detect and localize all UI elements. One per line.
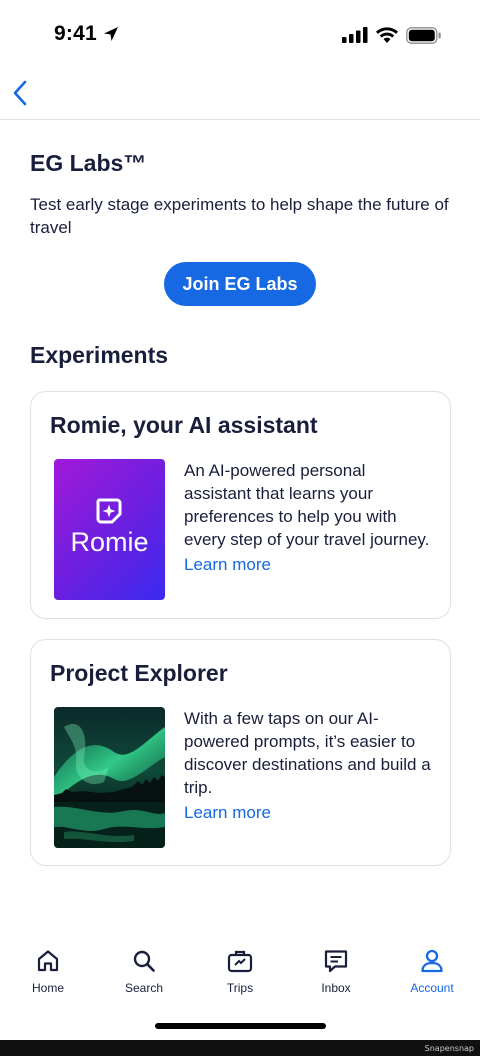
learn-more-link[interactable]: Learn more: [184, 801, 436, 824]
tab-label: Search: [124, 981, 164, 995]
location-arrow-icon: [102, 25, 120, 48]
message-icon: [322, 947, 350, 975]
tab-trips[interactable]: Trips: [192, 935, 288, 1005]
experiment-card-romie: Romie, your AI assistant Romie An AI-pow…: [30, 391, 451, 619]
bottom-tab-bar: Home Search Trips Inbox Account: [0, 935, 480, 1005]
sparkle-icon: [95, 497, 123, 530]
experiment-description: An AI-powered personal assistant that le…: [184, 461, 430, 549]
cellular-signal-icon: [342, 27, 368, 48]
tab-label: Inbox: [321, 981, 351, 995]
experiment-description: With a few taps on our AI-powered prompt…: [184, 709, 431, 797]
tab-label: Account: [410, 981, 454, 995]
experiments-section-title: Experiments: [30, 342, 169, 368]
tab-search[interactable]: Search: [96, 935, 192, 1005]
experiment-body: An AI-powered personal assistant that le…: [184, 459, 436, 576]
person-icon: [419, 947, 445, 975]
home-icon: [35, 947, 61, 975]
tab-home[interactable]: Home: [0, 935, 96, 1005]
experiment-title: Romie, your AI assistant: [50, 412, 318, 438]
experiment-title: Project Explorer: [50, 660, 228, 686]
battery-icon: [406, 27, 442, 49]
watermark: Snapensnap: [424, 1044, 474, 1053]
experiment-card-project-explorer: Project Explorer With a few taps on our …: [30, 639, 451, 866]
home-indicator: [155, 1023, 326, 1029]
experiment-body: With a few taps on our AI-powered prompt…: [184, 707, 436, 824]
wifi-icon: [375, 26, 399, 49]
tab-account[interactable]: Account: [384, 935, 480, 1005]
tab-label: Trips: [226, 981, 254, 995]
navigation-bar: [0, 70, 480, 120]
suitcase-icon: [226, 947, 254, 975]
chevron-left-icon: [13, 80, 27, 106]
status-time: 9:41: [54, 22, 97, 45]
page-title: EG Labs™: [30, 150, 147, 176]
learn-more-link[interactable]: Learn more: [184, 553, 436, 576]
tab-label: Home: [31, 981, 64, 995]
aurora-thumbnail-image: [54, 707, 165, 848]
bottom-strip: [0, 1040, 480, 1056]
search-icon: [131, 947, 157, 975]
back-button[interactable]: [6, 76, 34, 110]
tab-inbox[interactable]: Inbox: [288, 935, 384, 1005]
romie-logo-text: Romie: [70, 527, 149, 557]
romie-thumbnail: Romie: [54, 459, 165, 600]
status-bar: 9:41: [0, 0, 480, 70]
join-eg-labs-button[interactable]: Join EG Labs: [164, 262, 316, 306]
page-description: Test early stage experiments to help sha…: [30, 195, 449, 237]
